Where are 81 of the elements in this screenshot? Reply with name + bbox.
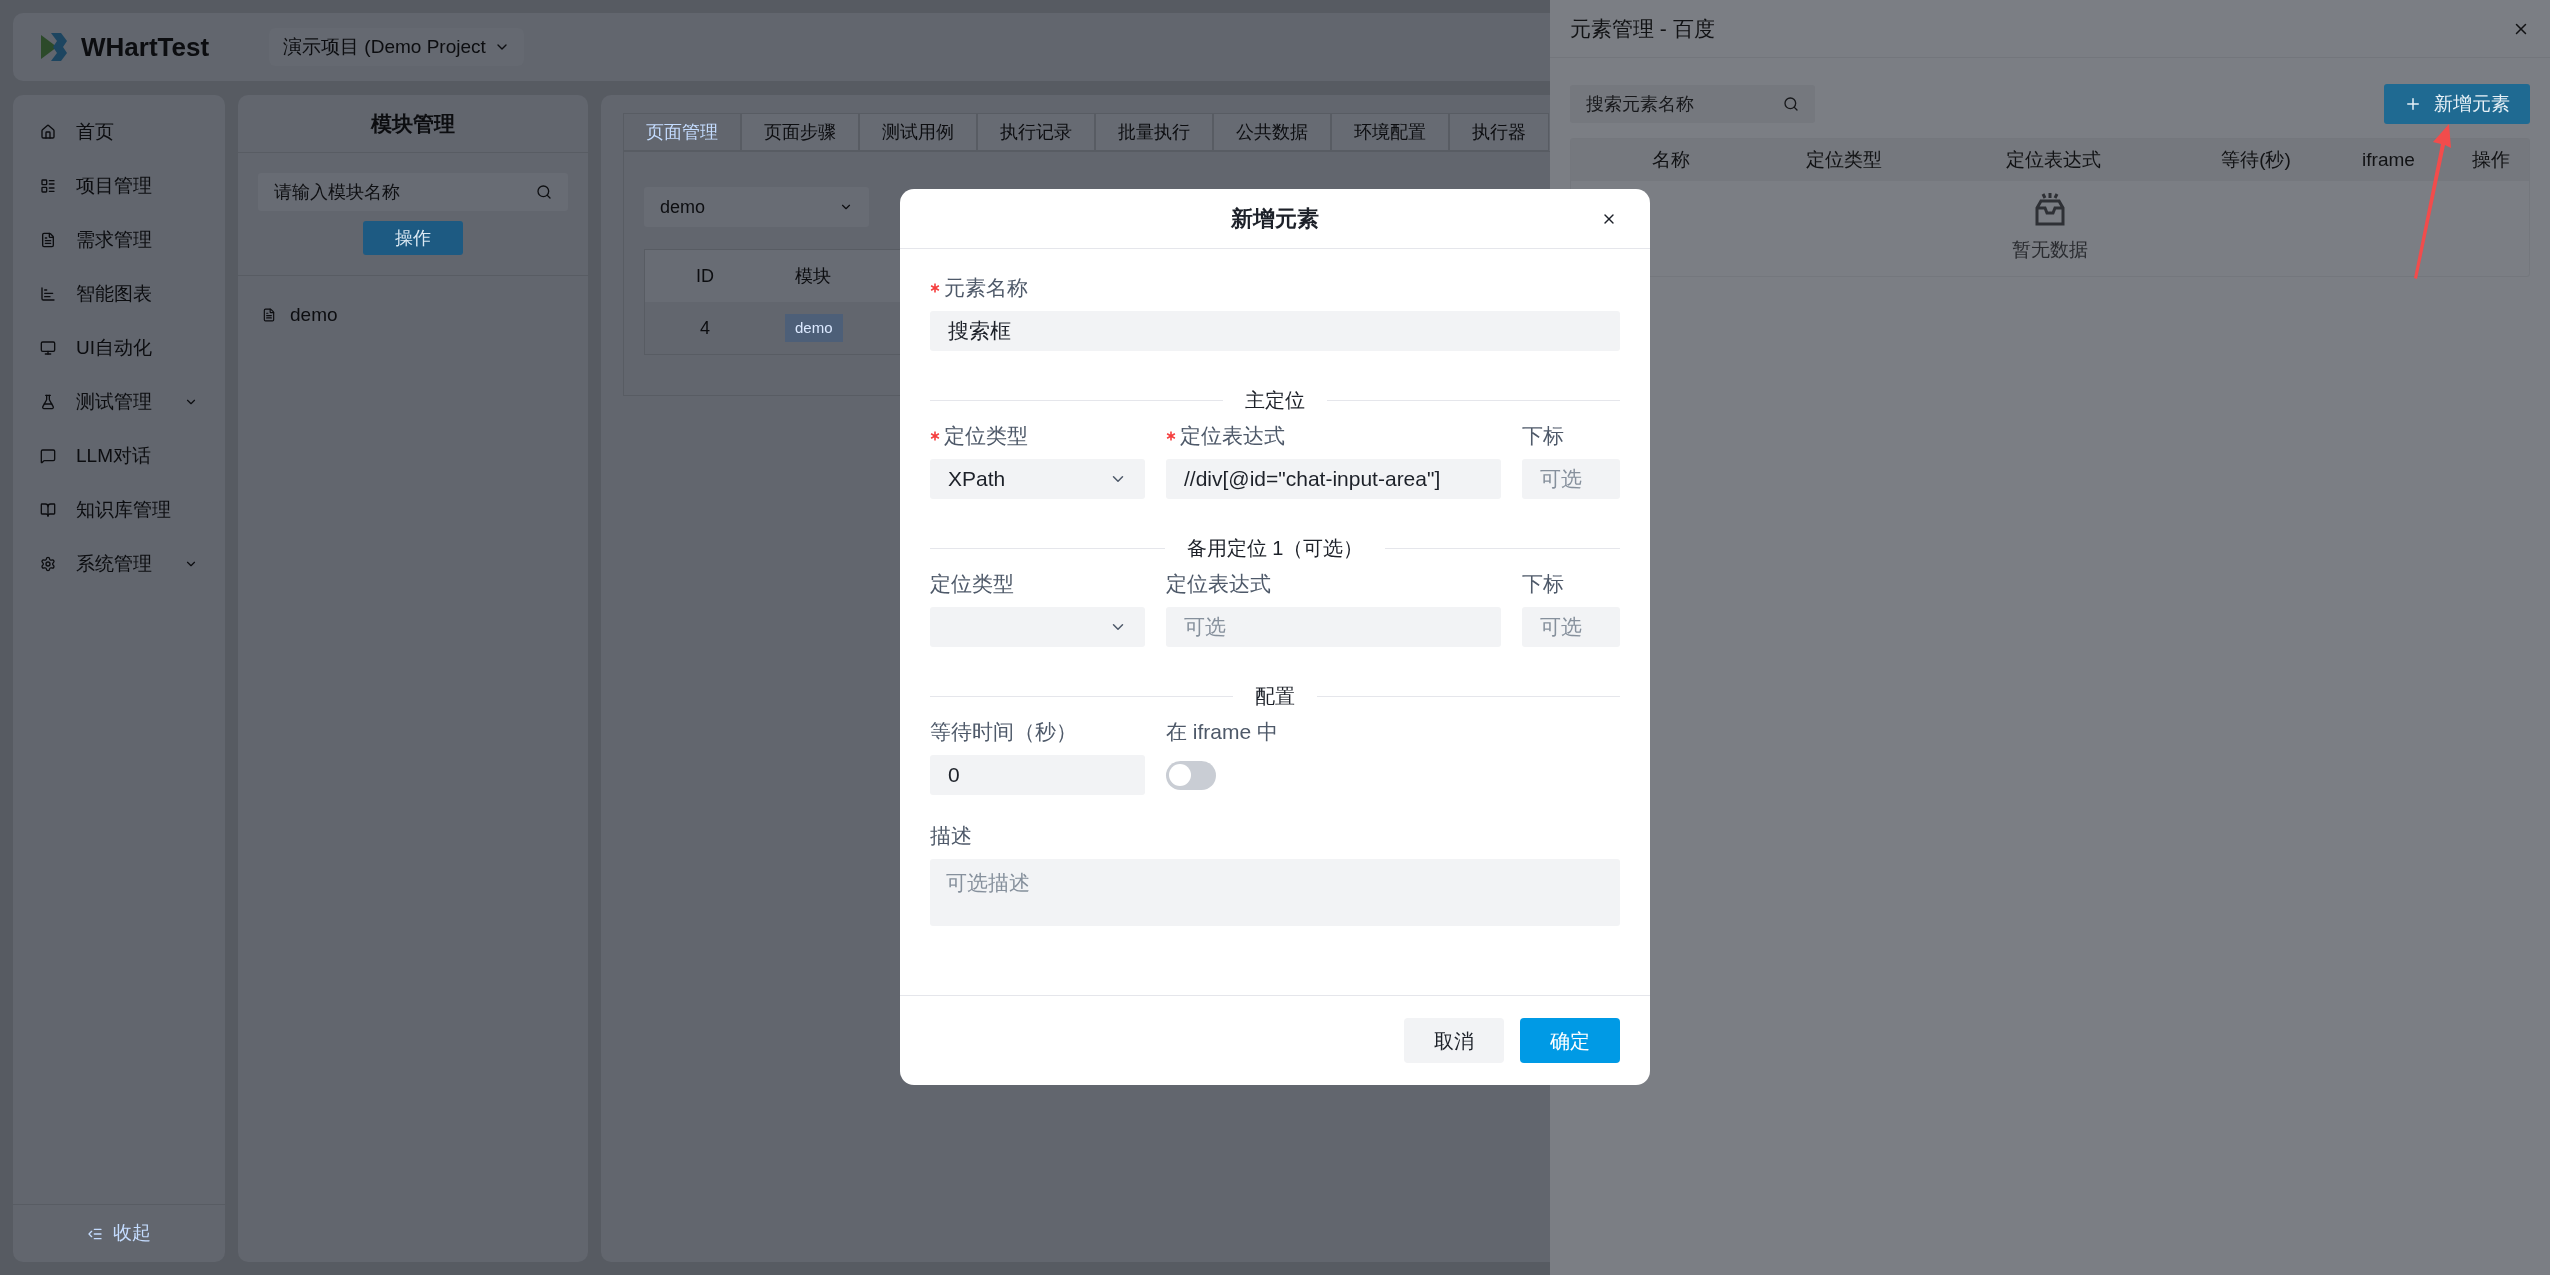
tab[interactable]: 环境配置 — [1331, 113, 1449, 151]
tab[interactable]: 执行器 — [1449, 113, 1549, 151]
field-label: 在 iframe 中 — [1166, 719, 1278, 746]
select-field[interactable]: XPath — [930, 459, 1145, 499]
input-field[interactable]: 可选 — [1522, 459, 1620, 499]
field-label: 描述 — [930, 823, 972, 850]
sidebar-item[interactable]: 首页 — [13, 105, 225, 159]
tab[interactable]: 测试用例 — [859, 113, 977, 151]
section-title: 配置 — [1255, 684, 1295, 709]
monitor-icon — [40, 340, 56, 356]
input-field[interactable]: 可选 — [1522, 607, 1620, 647]
sidebar-item[interactable]: 需求管理 — [13, 213, 225, 267]
sidebar-item[interactable]: 测试管理 — [13, 375, 225, 429]
chat-icon — [40, 448, 56, 464]
home-icon — [40, 124, 56, 140]
required-asterisk-icon — [930, 431, 940, 441]
empty-text: 暂无数据 — [2012, 238, 2088, 263]
toggle-switch[interactable] — [1166, 760, 1216, 790]
settings-icon — [40, 556, 56, 572]
field-label: 定位类型 — [930, 571, 1014, 598]
action-button[interactable]: 操作 — [363, 221, 463, 255]
column-header: 定位表达式 — [2005, 147, 2102, 172]
modal-title: 新增元素 — [1231, 205, 1319, 233]
column-header: 定位类型 — [1804, 147, 1883, 172]
field-label: 定位表达式 — [1180, 423, 1285, 450]
tab[interactable]: 批量执行 — [1095, 113, 1213, 151]
required-asterisk-icon — [930, 283, 940, 293]
field-label: 等待时间（秒） — [930, 719, 1077, 746]
list-icon — [40, 178, 56, 194]
app-logo-text: WHartTest — [81, 30, 210, 64]
sidebar-item[interactable]: 知识库管理 — [13, 483, 225, 537]
column-header: 等待(秒) — [2220, 147, 2292, 172]
field-label: 定位类型 — [944, 423, 1028, 450]
tab[interactable]: 页面步骤 — [741, 113, 859, 151]
table-cell-text: 4 — [699, 316, 711, 340]
plus-icon — [2404, 95, 2422, 113]
sidebar-item[interactable]: 智能图表 — [13, 267, 225, 321]
input-field[interactable]: 搜索框 — [930, 311, 1620, 351]
search-field[interactable]: 搜索元素名称 — [1570, 85, 1815, 123]
sidebar-item[interactable]: 项目管理 — [13, 159, 225, 213]
sidebar-item[interactable]: 系统管理 — [13, 537, 225, 591]
description-field[interactable]: 可选描述 — [930, 859, 1620, 926]
search-field[interactable]: 请输入模块名称 — [258, 173, 568, 211]
input-field[interactable]: 可选 — [1166, 607, 1501, 647]
panel-title: 模块管理 — [371, 110, 455, 137]
cancel-button[interactable]: 取消 — [1404, 1018, 1504, 1063]
search-icon — [536, 184, 552, 200]
section-title: 备用定位 1（可选） — [1186, 536, 1364, 561]
sidebar-item[interactable]: UI自动化 — [13, 321, 225, 375]
collapse-button[interactable]: 收起 — [87, 1219, 151, 1248]
column-header: 模块 — [794, 264, 831, 288]
document-icon — [40, 232, 56, 248]
logo-icon — [39, 31, 69, 63]
drawer-title: 元素管理 - 百度 — [1570, 15, 1715, 42]
section-title: 主定位 — [1245, 388, 1305, 413]
field-label: 下标 — [1522, 423, 1564, 450]
tree-item[interactable]: demo — [262, 301, 564, 330]
document-icon — [262, 308, 276, 323]
module-tag: demo — [785, 314, 843, 342]
chart-icon — [40, 286, 56, 302]
field-label: 下标 — [1522, 571, 1564, 598]
flask-icon — [40, 394, 56, 410]
tab[interactable]: 执行记录 — [977, 113, 1095, 151]
field-label: 定位表达式 — [1166, 571, 1271, 598]
column-header: 名称 — [1651, 147, 1691, 172]
sidebar-item[interactable]: LLM对话 — [13, 429, 225, 483]
module-select[interactable]: demo — [644, 187, 869, 227]
search-icon — [1783, 96, 1799, 112]
confirm-button[interactable]: 确定 — [1520, 1018, 1620, 1063]
book-icon — [40, 502, 56, 518]
select-field[interactable] — [930, 607, 1145, 647]
field-label: 元素名称 — [944, 275, 1028, 302]
column-header: 操作 — [2471, 147, 2511, 172]
tab[interactable]: 页面管理 — [623, 113, 741, 151]
column-header: iframe — [2361, 147, 2416, 172]
input-field[interactable]: //div[@id="chat-input-area"] — [1166, 459, 1501, 499]
tab[interactable]: 公共数据 — [1213, 113, 1331, 151]
input-field[interactable]: 0 — [930, 755, 1145, 795]
required-asterisk-icon — [1166, 431, 1176, 441]
add-element-button[interactable]: 新增元素 — [2384, 84, 2530, 124]
column-header: ID — [695, 264, 715, 288]
